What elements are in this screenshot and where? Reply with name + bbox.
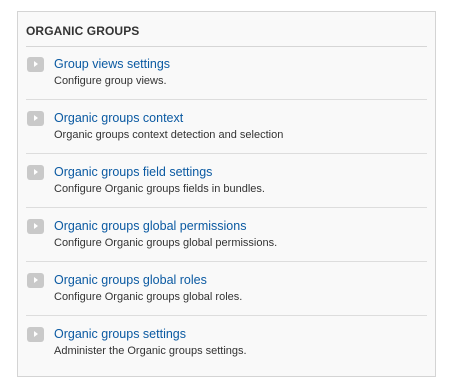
item-description: Configure Organic groups global permissi… (54, 237, 278, 249)
item-divider (26, 207, 427, 208)
admin-item-organic-groups-context: Organic groups context Organic groups co… (26, 101, 427, 154)
panel-title: ORGANIC GROUPS (26, 24, 140, 38)
item-divider (26, 261, 427, 262)
item-divider (26, 315, 427, 316)
admin-item-organic-groups-settings: Organic groups settings Administer the O… (26, 317, 427, 370)
admin-item-organic-groups-global-roles: Organic groups global roles Configure Or… (26, 263, 427, 316)
item-description: Configure group views. (54, 75, 167, 87)
admin-panel-organic-groups: ORGANIC GROUPS Group views settings Conf… (17, 11, 436, 377)
item-description: Administer the Organic groups settings. (54, 345, 247, 357)
group-views-settings-link[interactable]: Group views settings (54, 57, 170, 71)
admin-item-organic-groups-global-permissions: Organic groups global permissions Config… (26, 209, 427, 262)
admin-item-group-views-settings: Group views settings Configure group vie… (26, 47, 427, 100)
item-description: Configure Organic groups fields in bundl… (54, 183, 265, 195)
chevron-right-icon (27, 111, 44, 126)
organic-groups-global-permissions-link[interactable]: Organic groups global permissions (54, 219, 246, 233)
organic-groups-field-settings-link[interactable]: Organic groups field settings (54, 165, 212, 179)
chevron-right-icon (27, 273, 44, 288)
item-divider (26, 99, 427, 100)
item-description: Configure Organic groups global roles. (54, 291, 243, 303)
item-description: Organic groups context detection and sel… (54, 129, 284, 141)
admin-item-organic-groups-field-settings: Organic groups field settings Configure … (26, 155, 427, 208)
organic-groups-settings-link[interactable]: Organic groups settings (54, 327, 186, 341)
organic-groups-global-roles-link[interactable]: Organic groups global roles (54, 273, 207, 287)
item-divider (26, 153, 427, 154)
chevron-right-icon (27, 219, 44, 234)
organic-groups-context-link[interactable]: Organic groups context (54, 111, 183, 125)
chevron-right-icon (27, 57, 44, 72)
chevron-right-icon (27, 165, 44, 180)
chevron-right-icon (27, 327, 44, 342)
